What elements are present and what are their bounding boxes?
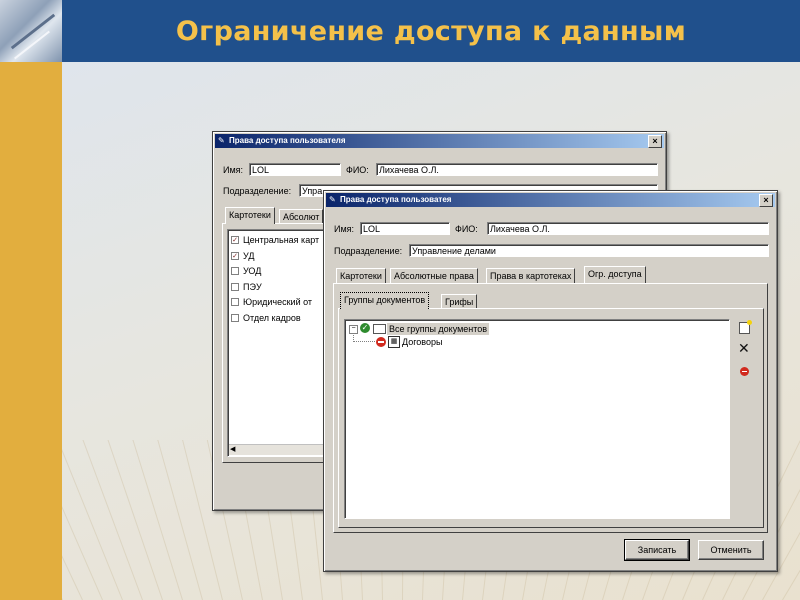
name-field[interactable]: LOL	[360, 222, 450, 235]
new-document-icon[interactable]	[739, 320, 752, 334]
decorative-line	[62, 440, 63, 600]
close-button[interactable]: ×	[759, 194, 773, 207]
back-dialog-title: Права доступа пользователя	[229, 136, 346, 145]
tab-absolute-rights[interactable]: Абсолютные права	[390, 268, 478, 283]
app-icon: ✎	[329, 195, 336, 204]
department-label: Подразделение:	[334, 246, 403, 256]
subtab-document-groups[interactable]: Группы документов	[340, 292, 430, 309]
cardfile-checkbox[interactable]: ✓	[231, 251, 239, 260]
document-groups-tree[interactable]: − ✓ Все группы документов ▦ Договоры	[344, 319, 730, 519]
tab-access-restriction[interactable]: Огр. доступа	[584, 266, 646, 283]
fio-label: ФИО:	[346, 165, 369, 175]
cardfile-checkbox[interactable]	[231, 282, 239, 291]
decorative-line	[91, 440, 163, 600]
cardfile-checkbox[interactable]	[231, 298, 239, 306]
document-group-icon: ▦	[388, 336, 400, 348]
fio-field[interactable]: Лихачева О.Л.	[376, 163, 658, 176]
tab-cardfiles[interactable]: Картотеки	[336, 268, 386, 283]
cancel-button[interactable]: Отменить	[698, 540, 764, 560]
tree-item-contracts[interactable]: Договоры	[402, 336, 442, 348]
horizontal-scrollbar[interactable]: ◀	[229, 444, 325, 455]
tree-item-all-groups[interactable]: Все группы документов	[387, 323, 490, 335]
check-circle-icon: ✓	[360, 323, 370, 333]
front-dialog-title: Права доступа пользоватея	[340, 195, 452, 204]
fio-field[interactable]: Лихачева О.Л.	[487, 222, 769, 235]
tab-absolute[interactable]: Абсолют	[279, 209, 324, 224]
corner-image	[0, 0, 62, 62]
decorative-line	[65, 440, 143, 600]
book-icon	[373, 324, 386, 334]
cardfile-item-label: Юридический от	[243, 297, 313, 307]
tree-connector	[353, 341, 375, 343]
department-field[interactable]: Управление делами	[409, 244, 769, 257]
decorative-line	[62, 440, 83, 600]
delete-icon[interactable]: ✕	[738, 341, 750, 355]
cardfile-item-label: УОД	[243, 266, 262, 276]
restricted-icon	[376, 337, 386, 347]
cardfile-item-label: УД	[243, 250, 255, 261]
cardfile-item-label: Отдел кадров	[243, 312, 301, 323]
front-dialog-titlebar: ✎ Права доступа пользоватея ×	[326, 193, 775, 207]
app-icon: ✎	[218, 136, 225, 145]
cardfile-checkbox[interactable]	[231, 267, 239, 275]
department-label: Подразделение:	[223, 186, 292, 196]
cardfile-item-label: Центральная карт	[243, 235, 320, 245]
cardfile-list[interactable]: ✓ Центральная карт ✓ УД УОД ПЭУ Юридический от…	[227, 229, 327, 457]
name-label: Имя:	[334, 224, 355, 234]
fio-label: ФИО:	[455, 224, 478, 234]
decorative-line	[116, 440, 183, 600]
cardfile-item-label: ПЭУ	[243, 281, 262, 292]
scroll-left-icon[interactable]: ◀	[230, 445, 235, 455]
front-dialog: ✎ Права доступа пользоватея × Имя: LOL Ф…	[323, 190, 778, 572]
close-button[interactable]: ×	[648, 135, 662, 148]
name-label: Имя:	[223, 165, 244, 175]
back-dialog-titlebar: ✎ Права доступа пользователя ×	[215, 134, 664, 148]
cardfile-checkbox[interactable]: ✓	[231, 236, 239, 244]
tab-cardfile-rights[interactable]: Права в картотеках	[486, 268, 576, 283]
left-accent-strip	[0, 0, 62, 600]
subtab-classifications[interactable]: Грифы	[441, 294, 478, 309]
name-field[interactable]: LOL	[249, 163, 341, 176]
slide-title: Ограничение доступа к данным	[175, 16, 687, 47]
save-button[interactable]: Записать	[624, 539, 690, 561]
restrict-access-icon[interactable]	[740, 367, 749, 376]
tab-cardfiles[interactable]: Картотеки	[225, 207, 275, 224]
cardfile-checkbox[interactable]	[231, 313, 239, 322]
decorative-line	[142, 440, 203, 600]
